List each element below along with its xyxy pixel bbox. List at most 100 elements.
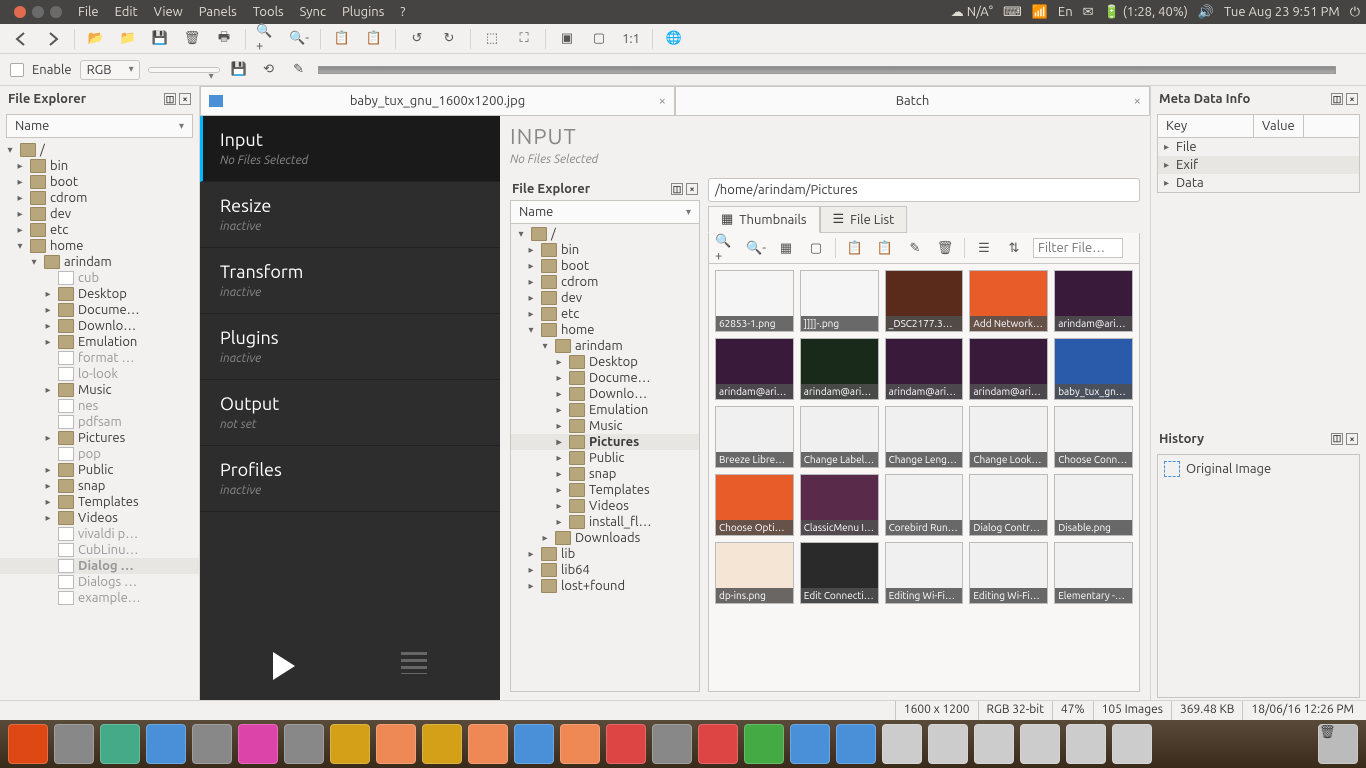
tree-item[interactable]: ▸Pictures xyxy=(0,430,199,446)
forward-button[interactable] xyxy=(42,28,64,50)
close-panel-icon[interactable]: × xyxy=(179,93,191,105)
tree-item[interactable]: cub xyxy=(0,270,199,286)
thumbnail[interactable]: 62853-1.png xyxy=(715,270,794,332)
dock-app-5[interactable] xyxy=(238,724,278,764)
tree-item[interactable]: ▸dev xyxy=(0,206,199,222)
tree-item[interactable]: ▸install_fl… xyxy=(511,514,699,530)
save-adjust-button[interactable]: 💾 xyxy=(228,59,250,81)
zoom-in-thumb-button[interactable]: 🔍+ xyxy=(715,237,737,259)
tree-item[interactable]: ▸lib xyxy=(511,546,699,562)
dock-app-12[interactable] xyxy=(560,724,600,764)
tree-item[interactable]: ▾home xyxy=(0,238,199,254)
dock-app-0[interactable] xyxy=(8,724,48,764)
thumbnail[interactable]: ]]]]-.png xyxy=(800,270,879,332)
tree-item[interactable]: ▸lib64 xyxy=(511,562,699,578)
thumbnail[interactable]: Breeze LibreO… xyxy=(715,406,794,468)
tree-item[interactable]: ▸dev xyxy=(511,290,699,306)
tree-item[interactable]: pop xyxy=(0,446,199,462)
tree-item[interactable]: ▸Downlo… xyxy=(511,386,699,402)
tree-item[interactable]: ▾/ xyxy=(511,226,699,242)
zoom-out-button[interactable]: 🔍- xyxy=(288,28,310,50)
tree-item[interactable]: ▸Videos xyxy=(0,510,199,526)
batch-step-profiles[interactable]: Profilesinactive xyxy=(200,446,500,512)
dock-app-6[interactable] xyxy=(284,724,324,764)
dock-app-9[interactable] xyxy=(422,724,462,764)
tree-item[interactable]: ▸Music xyxy=(511,418,699,434)
tree-item[interactable]: ▸boot xyxy=(0,174,199,190)
dock-app-4[interactable] xyxy=(192,724,232,764)
dock-app-1[interactable] xyxy=(54,724,94,764)
ratio-button[interactable]: 1:1 xyxy=(620,28,642,50)
back-button[interactable] xyxy=(10,28,32,50)
open-button[interactable]: 📂 xyxy=(85,28,107,50)
grid-view-button[interactable]: ▦ xyxy=(775,237,797,259)
zoom-in-button[interactable]: 🔍+ xyxy=(256,28,278,50)
dock-app-15[interactable] xyxy=(698,724,738,764)
thumbnail[interactable]: arindam@ari… xyxy=(715,338,794,400)
tree-item[interactable]: ▸Docume… xyxy=(511,370,699,386)
thumbnail[interactable]: Dialog Contro… xyxy=(969,474,1048,536)
batch-step-transform[interactable]: Transforminactive xyxy=(200,248,500,314)
tree-item[interactable]: ▸etc xyxy=(0,222,199,238)
thumbnail[interactable]: arindam@ari… xyxy=(969,338,1048,400)
menu-panels[interactable]: Panels xyxy=(191,5,245,19)
actual-button[interactable]: ▢ xyxy=(588,28,610,50)
tree-item[interactable]: ▸snap xyxy=(511,466,699,482)
run-batch-button[interactable] xyxy=(273,652,295,680)
zoom-out-thumb-button[interactable]: 🔍- xyxy=(745,237,767,259)
single-view-button[interactable]: ▢ xyxy=(805,237,827,259)
reset-adjust-button[interactable]: ⟲ xyxy=(258,59,280,81)
thumbnail[interactable]: ClassicMenu I… xyxy=(800,474,879,536)
tree-item[interactable]: ▸lost+found xyxy=(511,578,699,594)
minimize-icon[interactable] xyxy=(32,6,44,18)
thumbnail[interactable]: Corebird Run… xyxy=(885,474,964,536)
close-panel-icon[interactable]: × xyxy=(1346,433,1358,445)
batch-step-plugins[interactable]: Pluginsinactive xyxy=(200,314,500,380)
meta-row-file[interactable]: ▸File xyxy=(1158,138,1359,156)
tree-item[interactable]: ▸bin xyxy=(511,242,699,258)
menu-view[interactable]: View xyxy=(146,5,191,19)
maximize-icon[interactable] xyxy=(50,6,62,18)
mail-icon[interactable]: ✉ xyxy=(1083,5,1094,20)
undock-icon[interactable]: ◫ xyxy=(164,93,176,105)
tree-item[interactable]: ▾arindam xyxy=(0,254,199,270)
tree-item[interactable]: ▸Pictures xyxy=(511,434,699,450)
path-input[interactable]: /home/arindam/Pictures xyxy=(708,178,1140,202)
delete-thumb-button[interactable]: 🗑 xyxy=(934,237,956,259)
tree-item[interactable]: ▸cdrom xyxy=(511,274,699,290)
trash-icon[interactable]: 🗑 xyxy=(1318,724,1358,764)
close-tab-icon[interactable]: × xyxy=(659,94,666,108)
dock-app-8[interactable] xyxy=(376,724,416,764)
tree-item[interactable]: pdfsam xyxy=(0,414,199,430)
thumbnail[interactable]: Editing Wi-Fi… xyxy=(969,542,1048,604)
history-item[interactable]: Original Image xyxy=(1164,461,1353,477)
tree-item[interactable]: ▸cdrom xyxy=(0,190,199,206)
tree-item[interactable]: ▸Downloads xyxy=(511,530,699,546)
tree-item[interactable]: ▸Emulation xyxy=(0,334,199,350)
language-indicator[interactable]: En xyxy=(1058,5,1073,19)
network-icon[interactable]: 📶 xyxy=(1032,5,1048,20)
session-icon[interactable]: ⏻ xyxy=(1350,5,1360,20)
tree-item[interactable]: ▸Templates xyxy=(0,494,199,510)
colorspace-combo[interactable]: RGB xyxy=(80,60,140,80)
thumbnail[interactable]: Editing Wi-Fi… xyxy=(885,542,964,604)
tree-item[interactable]: Dialogs … xyxy=(0,574,199,590)
tree-item[interactable]: ▾/ xyxy=(0,142,199,158)
rotate-cw-button[interactable]: ↻ xyxy=(438,28,460,50)
dock-app-24[interactable] xyxy=(1112,724,1152,764)
tree-item[interactable]: ▸Emulation xyxy=(511,402,699,418)
tree-item[interactable]: format … xyxy=(0,350,199,366)
menu-?[interactable]: ? xyxy=(392,5,413,19)
tree-item[interactable]: lo-look xyxy=(0,366,199,382)
batch-step-output[interactable]: Outputnot set xyxy=(200,380,500,446)
clock[interactable]: Tue Aug 23 9:51 PM xyxy=(1224,5,1340,19)
thumbnail[interactable]: Change Looks… xyxy=(969,406,1048,468)
menu-sync[interactable]: Sync xyxy=(292,5,334,19)
dock-app-23[interactable] xyxy=(1066,724,1106,764)
menu-tools[interactable]: Tools xyxy=(245,5,292,19)
thumbnail[interactable]: arindam@ari… xyxy=(800,338,879,400)
tree-item[interactable]: ▸Public xyxy=(0,462,199,478)
tree-item[interactable]: nes xyxy=(0,398,199,414)
menu-edit[interactable]: Edit xyxy=(107,5,146,19)
dock-app-22[interactable] xyxy=(1020,724,1060,764)
